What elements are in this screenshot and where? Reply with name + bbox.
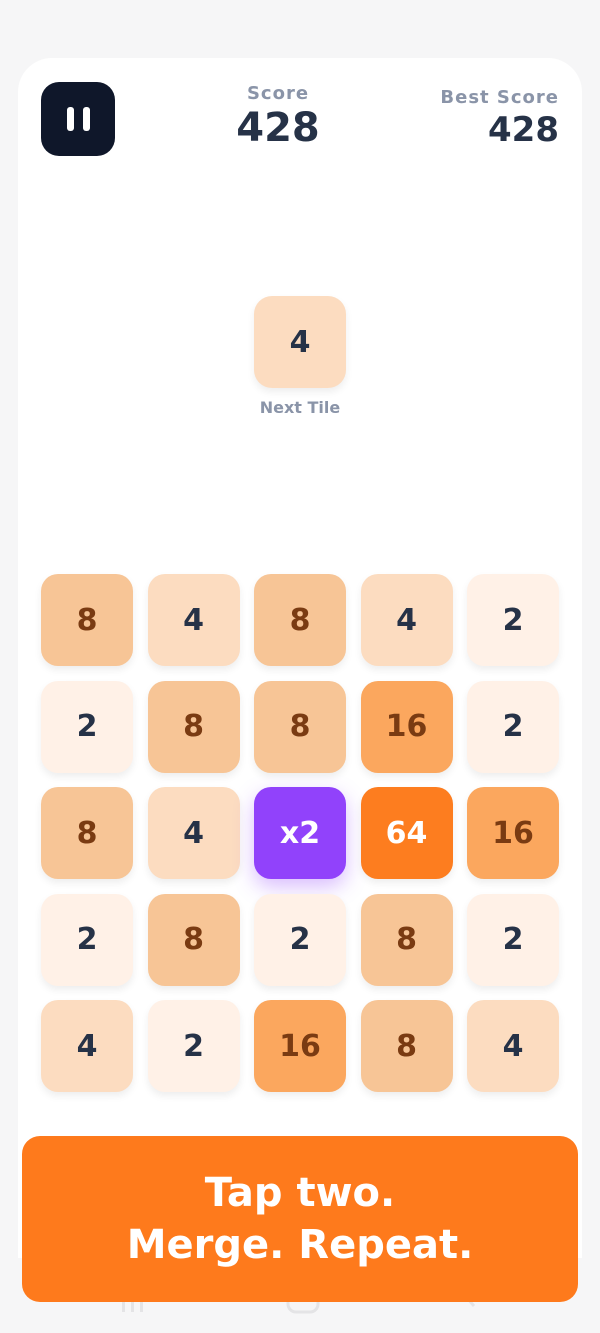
board-tile[interactable]: 2 [41, 893, 133, 986]
board-tile[interactable]: 64 [360, 787, 453, 879]
board-tile[interactable]: 2 [254, 893, 346, 986]
board-tile[interactable]: 2 [467, 574, 559, 666]
pause-icon [66, 107, 74, 131]
tagline-line-2: Merge. Repeat. [126, 1222, 474, 1268]
board-tile[interactable]: 4 [147, 574, 240, 666]
tagline-banner: Tap two. Merge. Repeat. [22, 1136, 578, 1302]
score-value: 428 [236, 105, 320, 151]
board-tile[interactable]: 4 [41, 1000, 133, 1092]
board-tile[interactable]: 8 [254, 680, 346, 773]
best-score-value: 428 [488, 110, 559, 150]
board-tile[interactable]: 8 [41, 787, 133, 879]
pause-button[interactable] [41, 82, 115, 156]
board-tile[interactable]: 16 [254, 1000, 346, 1092]
next-tile: 4 [254, 296, 346, 388]
board-tile[interactable]: 4 [467, 1000, 559, 1092]
board-tile[interactable]: 2 [467, 893, 559, 986]
board-tile[interactable]: 8 [147, 680, 240, 773]
tagline-line-1: Tap two. [204, 1170, 396, 1216]
board-tile[interactable]: 8 [41, 574, 133, 666]
best-score-display: Best Score 428 [440, 87, 559, 150]
pause-icon [82, 107, 90, 131]
board-tile[interactable]: 4 [147, 787, 240, 879]
best-score-label: Best Score [440, 87, 559, 108]
board-tile[interactable]: 2 [467, 680, 559, 773]
board-tile[interactable]: 8 [360, 893, 453, 986]
board-tile[interactable]: 4 [360, 574, 453, 666]
board-tile[interactable]: 8 [254, 574, 346, 666]
game-board: 8 4 8 4 2 2 8 8 16 2 8 4 x2 64 16 2 8 2 … [41, 574, 559, 1092]
board-tile[interactable]: 2 [147, 1000, 240, 1092]
board-tile[interactable]: 8 [147, 893, 240, 986]
board-tile[interactable]: x2 [254, 787, 346, 879]
board-tile[interactable]: 8 [360, 1000, 453, 1092]
score-label: Score [246, 83, 310, 104]
board-tile[interactable]: 16 [467, 787, 559, 879]
next-tile-label: Next Tile [259, 398, 341, 417]
board-tile[interactable]: 16 [360, 680, 453, 773]
score-display: Score 428 [210, 83, 346, 150]
board-tile[interactable]: 2 [41, 680, 133, 773]
